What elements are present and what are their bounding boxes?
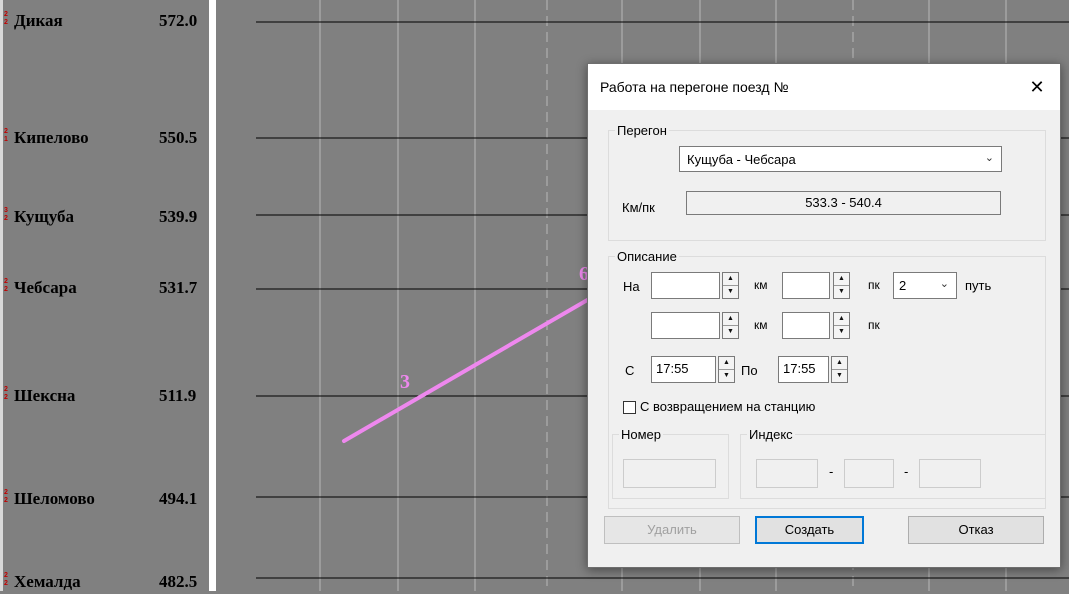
- from-time-value: 17:55: [656, 361, 689, 376]
- panel-divider[interactable]: [209, 0, 216, 591]
- spin-up-icon[interactable]: ▲: [723, 273, 738, 286]
- index-part2-input[interactable]: [844, 459, 894, 488]
- spin-up-icon[interactable]: ▲: [834, 273, 849, 286]
- station-track-count: 32: [4, 207, 8, 222]
- pk-label: пк: [868, 318, 880, 332]
- station-km: 572.0: [159, 11, 198, 30]
- km-pk-field: 533.3 - 540.4: [686, 191, 1001, 215]
- return-to-station-label[interactable]: С возвращением на станцию: [640, 399, 815, 414]
- station-track-count: 22: [4, 572, 8, 587]
- station-row: 32 Кущуба 539.9: [3, 205, 209, 229]
- dialog-titlebar[interactable]: Работа на перегоне поезд № ✕: [588, 64, 1060, 110]
- index-separator: -: [829, 464, 834, 479]
- station-panel: 22 Дикая 572.0 21 Кипелово 550.5 32 Кущу…: [0, 0, 209, 591]
- to-km-input[interactable]: [651, 312, 720, 339]
- station-row: 22 Шексна 511.9: [3, 384, 209, 408]
- spin-down-icon[interactable]: ▼: [723, 326, 738, 338]
- spin-up-icon[interactable]: ▲: [834, 313, 849, 326]
- to-time-input[interactable]: 17:55: [778, 356, 829, 383]
- spin-up-icon[interactable]: ▲: [832, 357, 847, 370]
- return-to-station-checkbox[interactable]: [623, 401, 636, 414]
- station-name: Дикая: [14, 11, 63, 30]
- peregon-select[interactable]: Кущуба - Чебсара ⌄: [679, 146, 1002, 172]
- train-number-label[interactable]: 3: [400, 371, 410, 394]
- station-km: 511.9: [159, 386, 197, 405]
- from-time-input[interactable]: 17:55: [651, 356, 716, 383]
- from-time-spinner[interactable]: ▲ ▼: [718, 356, 735, 383]
- train-path-line: [342, 293, 598, 443]
- spin-down-icon[interactable]: ▼: [834, 286, 849, 298]
- track-label: путь: [965, 278, 992, 293]
- work-on-haul-dialog: Работа на перегоне поезд № ✕ Перегон Кущ…: [587, 63, 1061, 568]
- km-label: км: [754, 318, 768, 332]
- station-km: 482.5: [159, 572, 198, 591]
- nomer-input[interactable]: [623, 459, 716, 488]
- cancel-button[interactable]: Отказ: [908, 516, 1044, 544]
- track-select[interactable]: 2 ⌄: [893, 272, 957, 299]
- index-part3-input[interactable]: [919, 459, 981, 488]
- pk-label: пк: [868, 278, 880, 292]
- spin-down-icon[interactable]: ▼: [832, 370, 847, 382]
- spin-down-icon[interactable]: ▼: [834, 326, 849, 338]
- station-km: 494.1: [159, 489, 198, 508]
- close-icon[interactable]: ✕: [1022, 72, 1052, 102]
- station-track-count: 22: [4, 278, 8, 293]
- to-time-label: По: [741, 363, 758, 378]
- station-track-count: 21: [4, 128, 8, 143]
- station-row: 22 Дикая 572.0: [3, 9, 209, 33]
- index-part1-input[interactable]: [756, 459, 818, 488]
- peregon-legend: Перегон: [617, 123, 667, 138]
- create-button[interactable]: Создать: [755, 516, 864, 544]
- to-time-spinner[interactable]: ▲ ▼: [831, 356, 848, 383]
- station-track-count: 22: [4, 386, 8, 401]
- km-pk-label: Км/пк: [622, 200, 655, 215]
- spin-up-icon[interactable]: ▲: [723, 313, 738, 326]
- station-km: 539.9: [159, 207, 198, 226]
- to-pk-input[interactable]: [782, 312, 830, 339]
- from-km-spinner[interactable]: ▲ ▼: [722, 272, 739, 299]
- station-row: 22 Хемалда 482.5: [3, 570, 209, 594]
- from-pk-spinner[interactable]: ▲ ▼: [833, 272, 850, 299]
- station-name: Кипелово: [14, 128, 89, 147]
- delete-button[interactable]: Удалить: [604, 516, 740, 544]
- to-time-value: 17:55: [783, 361, 816, 376]
- station-track-count: 22: [4, 11, 8, 26]
- nomer-legend: Номер: [621, 427, 662, 442]
- km-label: км: [754, 278, 768, 292]
- chevron-down-icon: ⌄: [984, 152, 994, 164]
- station-name: Кущуба: [14, 207, 75, 226]
- index-legend: Индекс: [749, 427, 793, 442]
- station-km: 550.5: [159, 128, 198, 147]
- peregon-select-value: Кущуба - Чебсара: [687, 152, 796, 167]
- na-label: На: [623, 279, 640, 294]
- station-track-count: 22: [4, 489, 8, 504]
- station-name: Хемалда: [14, 572, 81, 591]
- to-pk-spinner[interactable]: ▲ ▼: [833, 312, 850, 339]
- station-name: Шексна: [14, 386, 76, 405]
- spin-down-icon[interactable]: ▼: [723, 286, 738, 298]
- from-pk-input[interactable]: [782, 272, 830, 299]
- dialog-title: Работа на перегоне поезд №: [600, 79, 789, 95]
- from-km-input[interactable]: [651, 272, 720, 299]
- spin-down-icon[interactable]: ▼: [719, 370, 734, 382]
- track-select-value: 2: [899, 278, 907, 293]
- chevron-down-icon: ⌄: [939, 278, 949, 290]
- opisanie-legend: Описание: [617, 249, 677, 264]
- station-row: 21 Кипелово 550.5: [3, 126, 209, 150]
- station-row: 22 Чебсара 531.7: [3, 276, 209, 300]
- to-km-spinner[interactable]: ▲ ▼: [722, 312, 739, 339]
- spin-up-icon[interactable]: ▲: [719, 357, 734, 370]
- from-time-label: С: [625, 363, 635, 378]
- station-row: 22 Шеломово 494.1: [3, 487, 209, 511]
- station-name: Шеломово: [14, 489, 95, 508]
- station-km: 531.7: [159, 278, 198, 297]
- km-pk-value: 533.3 - 540.4: [805, 195, 882, 210]
- peregon-group: Перегон: [608, 123, 1046, 241]
- station-name: Чебсара: [14, 278, 77, 297]
- index-separator: -: [904, 464, 909, 479]
